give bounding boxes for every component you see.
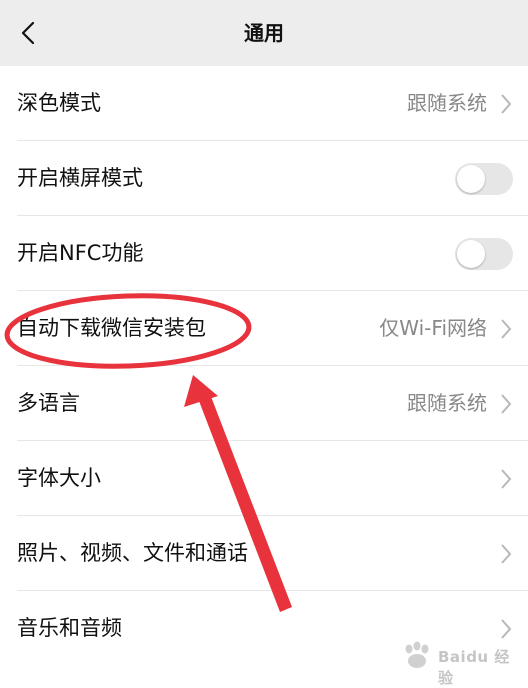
chevron-right-icon [501,394,512,414]
setting-label: 自动下载微信安装包 [17,316,206,340]
setting-value: 跟随系统 [407,91,487,115]
back-button[interactable] [0,0,56,66]
setting-label: 开启NFC功能 [17,241,144,265]
chevron-right-icon [501,94,512,114]
setting-label: 字体大小 [17,466,101,490]
setting-label: 音乐和音频 [17,616,122,640]
setting-media-files-calls[interactable]: 照片、视频、文件和通话 [0,516,528,591]
setting-auto-download-package[interactable]: 自动下载微信安装包 仅Wi-Fi网络 [0,291,528,366]
setting-font-size[interactable]: 字体大小 [0,441,528,516]
chevron-right-icon [501,319,512,339]
setting-dark-mode[interactable]: 深色模式 跟随系统 [0,66,528,141]
setting-label: 照片、视频、文件和通话 [17,541,248,565]
setting-value: 跟随系统 [407,391,487,415]
nav-bar: 通用 [0,0,528,66]
page-title: 通用 [244,21,284,45]
nfc-toggle[interactable] [455,238,513,270]
setting-value: 仅Wi-Fi网络 [379,316,487,340]
setting-nfc: 开启NFC功能 [0,216,528,291]
setting-language[interactable]: 多语言 跟随系统 [0,366,528,441]
toggle-knob [457,165,485,193]
chevron-left-icon [21,21,35,45]
landscape-mode-toggle[interactable] [455,163,513,195]
setting-music-audio[interactable]: 音乐和音频 [0,591,528,666]
chevron-right-icon [501,544,512,564]
setting-landscape-mode: 开启横屏模式 [0,141,528,216]
setting-label: 开启横屏模式 [17,166,143,190]
setting-label: 多语言 [17,391,80,415]
chevron-right-icon [501,469,512,489]
setting-label: 深色模式 [17,91,101,115]
chevron-right-icon [501,619,512,639]
settings-list: 深色模式 跟随系统 开启横屏模式 开启NFC功能 自动下载微信安装包 仅Wi-F… [0,66,528,666]
toggle-knob [457,240,485,268]
